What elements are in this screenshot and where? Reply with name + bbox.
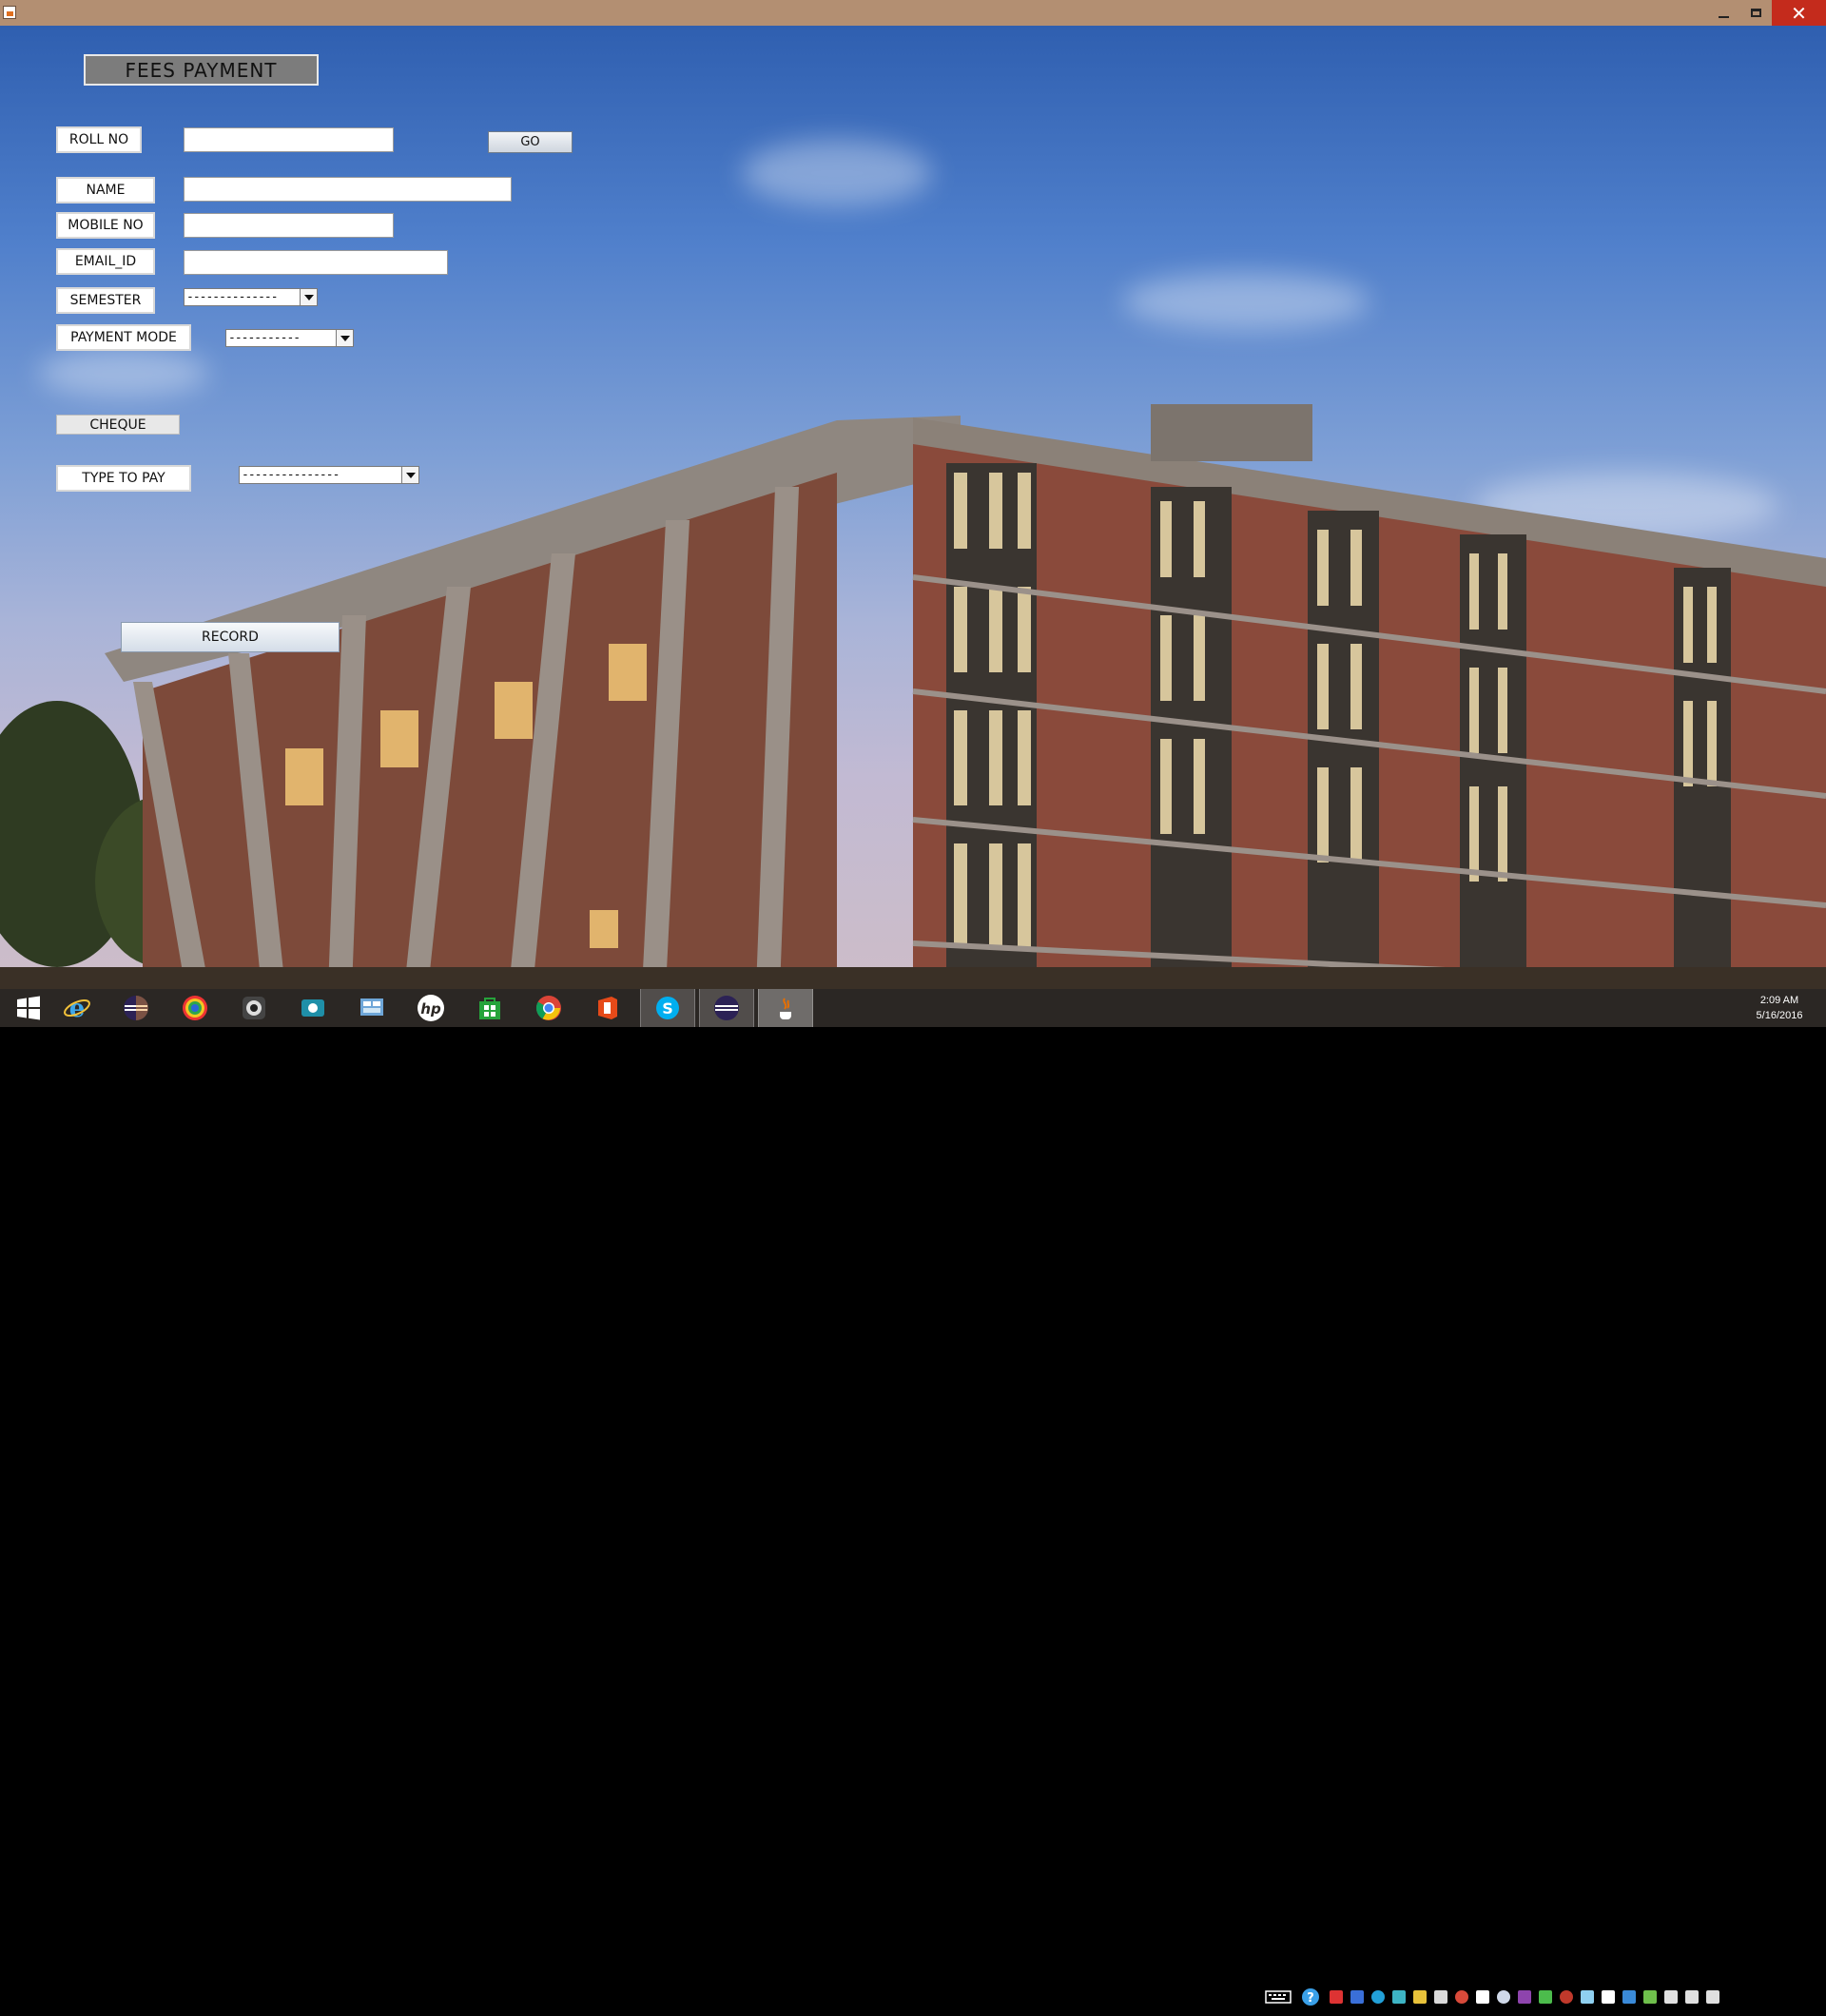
page-title: FEES PAYMENT — [84, 54, 319, 86]
building-illustration — [0, 404, 1826, 989]
control-panel-icon — [360, 998, 383, 1016]
keyboard-icon[interactable] — [1265, 1989, 1292, 2005]
onedrive-icon[interactable] — [1497, 1990, 1510, 2004]
type-to-pay-dropdown[interactable]: --------------- — [239, 466, 419, 484]
app-tray-icon[interactable] — [1643, 1990, 1657, 2004]
internet-explorer-icon: e — [64, 995, 90, 1022]
app-tray-icon[interactable] — [1560, 1990, 1573, 2004]
camera-icon — [301, 999, 324, 1017]
mobile-no-input[interactable] — [184, 213, 394, 238]
type-to-pay-label: TYPE TO PAY — [56, 465, 191, 492]
app-tray-icon[interactable] — [1518, 1990, 1531, 2004]
taskbar-eclipse-2[interactable] — [699, 989, 754, 1027]
app-tray-icon[interactable] — [1330, 1990, 1343, 2004]
svg-text:hp: hp — [420, 1000, 441, 1018]
skype-icon: S — [656, 997, 679, 1019]
java-icon — [780, 998, 791, 1019]
taskbar-office[interactable] — [581, 989, 634, 1027]
chrome-icon — [535, 996, 561, 1020]
app-tray-icon[interactable] — [1622, 1990, 1636, 2004]
clock-date: 5/16/2016 — [1756, 1010, 1803, 1021]
maximize-button[interactable] — [1739, 0, 1772, 26]
svg-text:?: ? — [1307, 1991, 1314, 2006]
taskbar: e hp S ? 2:09 AM 5/16/2016 — [0, 989, 1826, 2006]
app-tray-icon[interactable] — [1581, 1990, 1594, 2004]
store-icon — [479, 998, 500, 1019]
network-icon[interactable] — [1685, 1990, 1699, 2004]
office-icon — [598, 997, 617, 1019]
campus-background-image — [0, 26, 1826, 989]
svg-text:S: S — [662, 999, 673, 1018]
app-tray-icon[interactable] — [1413, 1990, 1427, 2004]
window-titlebar: ✕ — [0, 0, 1826, 26]
app-tray-icon[interactable] — [1539, 1990, 1552, 2004]
app-tray-icon[interactable] — [1371, 1990, 1385, 2004]
app-tray-icon[interactable] — [1434, 1990, 1447, 2004]
start-button[interactable] — [2, 989, 55, 1027]
taskbar-hp[interactable]: hp — [404, 989, 457, 1027]
semester-dropdown[interactable]: -------------- — [184, 288, 318, 306]
help-icon[interactable]: ? — [1301, 1987, 1320, 2006]
semester-label: SEMESTER — [56, 287, 155, 314]
minimize-button[interactable] — [1707, 0, 1739, 26]
svg-text:e: e — [69, 995, 86, 1022]
taskbar-color-app[interactable] — [168, 989, 222, 1027]
roll-no-label: ROLL NO — [56, 126, 142, 153]
java-app-icon — [3, 6, 16, 19]
hp-logo-icon: hp — [418, 995, 444, 1021]
volume-icon[interactable] — [1664, 1990, 1678, 2004]
eclipse-icon — [714, 996, 739, 1020]
mobile-no-label: MOBILE NO — [56, 212, 155, 239]
chevron-down-icon[interactable] — [300, 289, 317, 305]
windows-tray-icon[interactable] — [1476, 1990, 1489, 2004]
cheque-button[interactable]: CHEQUE — [56, 415, 180, 435]
close-button[interactable]: ✕ — [1772, 0, 1826, 26]
email-id-input[interactable] — [184, 250, 448, 275]
name-input[interactable] — [184, 177, 512, 202]
payment-mode-label: PAYMENT MODE — [56, 324, 191, 351]
flag-icon[interactable] — [1602, 1990, 1615, 2004]
taskbar-java-app[interactable] — [758, 989, 813, 1027]
record-button[interactable]: RECORD — [121, 622, 340, 652]
eclipse-icon — [124, 996, 148, 1020]
taskbar-eclipse[interactable] — [109, 989, 163, 1027]
system-tray: ? — [1265, 1978, 1723, 2016]
chrome-tray-icon[interactable] — [1455, 1990, 1468, 2004]
color-wheel-icon — [183, 996, 207, 1020]
type-to-pay-selected-value: --------------- — [242, 468, 340, 482]
semester-selected-value: -------------- — [186, 290, 279, 304]
roll-no-input[interactable] — [184, 127, 394, 152]
taskbar-control-panel[interactable] — [345, 989, 398, 1027]
payment-mode-dropdown[interactable]: ----------- — [225, 329, 354, 347]
clock-time: 2:09 AM — [1759, 995, 1799, 1006]
webcam-icon — [243, 997, 265, 1019]
system-clock[interactable]: 2:09 AM 5/16/2016 — [1746, 993, 1813, 1023]
go-button[interactable]: GO — [488, 131, 573, 153]
taskbar-store[interactable] — [463, 989, 516, 1027]
app-tray-icon[interactable] — [1392, 1990, 1406, 2004]
minimize-icon — [1718, 15, 1729, 18]
maximize-icon — [1750, 9, 1761, 17]
windows-logo-icon — [17, 996, 40, 1020]
taskbar-camera-app[interactable] — [286, 989, 340, 1027]
chevron-down-icon[interactable] — [401, 467, 418, 483]
taskbar-chrome[interactable] — [522, 989, 575, 1027]
app-tray-icon[interactable] — [1350, 1990, 1364, 2004]
email-id-label: EMAIL_ID — [56, 248, 155, 275]
battery-icon[interactable] — [1706, 1990, 1719, 2004]
payment-mode-selected-value: ----------- — [228, 331, 301, 345]
taskbar-skype[interactable]: S — [640, 989, 695, 1027]
name-label: NAME — [56, 177, 155, 204]
chevron-down-icon[interactable] — [336, 330, 353, 346]
taskbar-internet-explorer[interactable]: e — [50, 989, 104, 1027]
taskbar-webcam[interactable] — [227, 989, 281, 1027]
